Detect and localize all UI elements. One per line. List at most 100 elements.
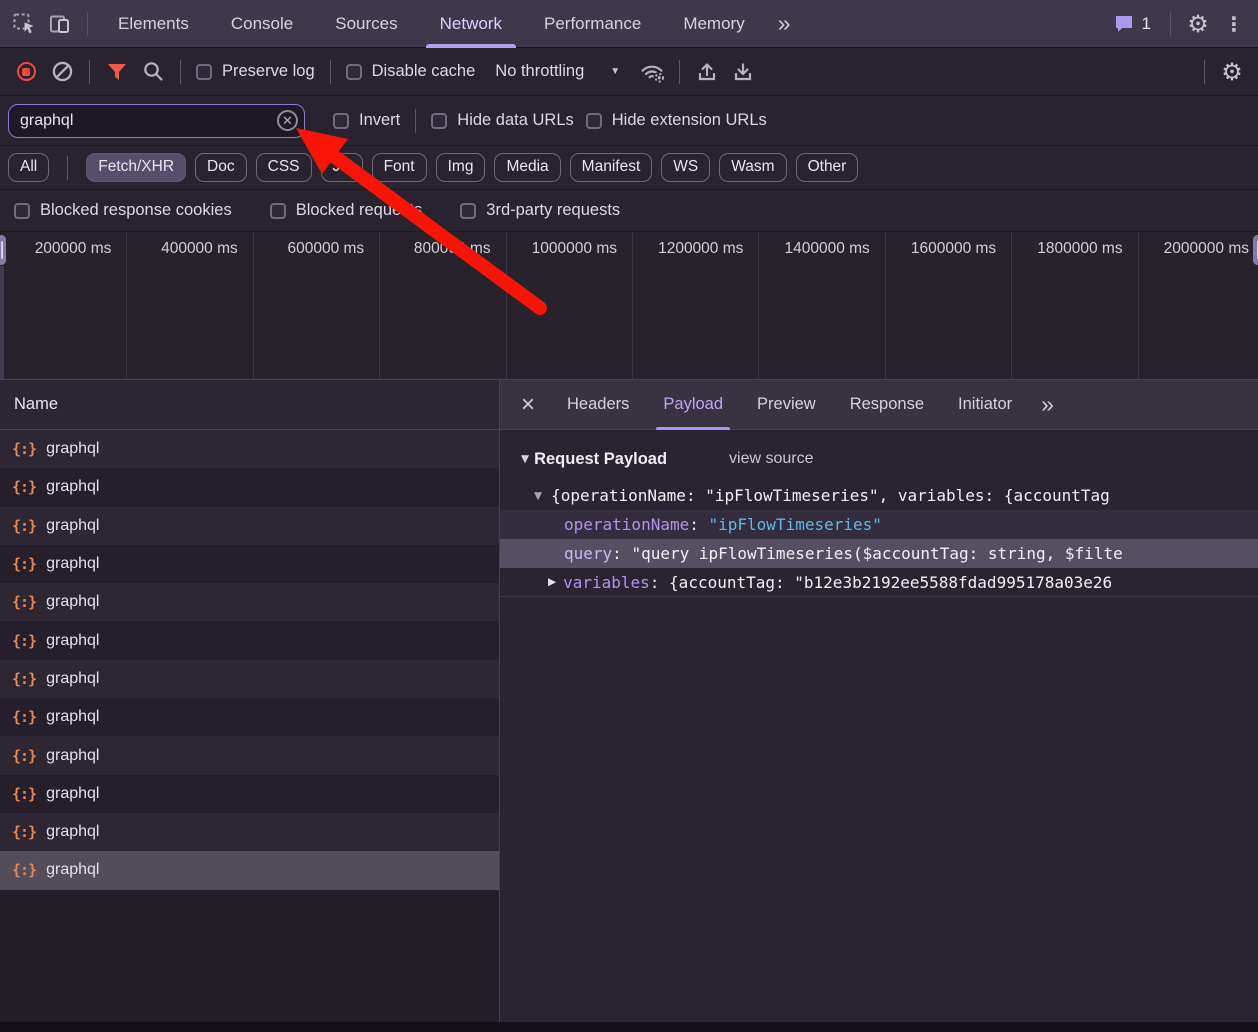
divider [87, 12, 88, 36]
export-har-icon[interactable] [725, 54, 761, 90]
network-conditions-icon[interactable] [634, 54, 670, 90]
chip-wasm[interactable]: Wasm [719, 153, 786, 182]
detail-tab-response[interactable]: Response [833, 380, 941, 430]
payload-key: operationName [564, 515, 689, 534]
json-braces-icon: {:} [12, 861, 36, 879]
request-row[interactable]: {:}graphql [0, 775, 499, 813]
chip-img[interactable]: Img [436, 153, 486, 182]
tab-performance[interactable]: Performance [523, 0, 662, 48]
settings-gear-icon[interactable]: ⚙ [1180, 6, 1216, 42]
detail-tab-preview[interactable]: Preview [740, 380, 833, 430]
clear-log-icon[interactable] [44, 54, 80, 90]
request-name: graphql [46, 517, 99, 535]
checkbox [14, 203, 30, 219]
view-source-link[interactable]: view source [729, 450, 813, 468]
timeline-label: 400000 ms [161, 240, 238, 258]
divider [1204, 60, 1205, 84]
close-icon[interactable]: × [506, 393, 550, 417]
hide-data-urls-toggle[interactable]: Hide data URLs [425, 111, 579, 130]
more-tabs-icon[interactable]: » [766, 12, 803, 35]
request-row[interactable]: {:} graphql [0, 660, 499, 698]
collapse-triangle-icon[interactable]: ▼ [534, 490, 542, 502]
device-toolbar-icon[interactable] [42, 6, 78, 42]
tab-memory[interactable]: Memory [662, 0, 765, 48]
hide-extension-urls-toggle[interactable]: Hide extension URLs [580, 111, 773, 130]
chevron-down-icon: ▼ [610, 66, 620, 77]
divider [1170, 12, 1171, 36]
chip-doc[interactable]: Doc [195, 153, 247, 182]
divider [180, 60, 181, 84]
3rd-party-requests-toggle[interactable]: 3rd-party requests [454, 201, 626, 220]
json-braces-icon: {:} [12, 517, 36, 535]
request-row[interactable]: {:}graphql [0, 430, 499, 468]
preserve-log-toggle[interactable]: Preserve log [190, 62, 321, 81]
timeline-column: 600000 ms [253, 232, 379, 379]
json-braces-icon: {:} [12, 670, 36, 688]
chip-fetch-xhr[interactable]: Fetch/XHR [86, 153, 186, 182]
network-settings-gear-icon[interactable]: ⚙ [1214, 54, 1250, 90]
chip-ws[interactable]: WS [661, 153, 710, 182]
inspect-element-icon[interactable] [6, 6, 42, 42]
payload-preview-text: {operationName: "ipFlowTimeseries", vari… [551, 486, 1110, 505]
throttling-dropdown[interactable]: No throttling ▼ [481, 62, 634, 81]
network-overview-timeline[interactable]: 200000 ms400000 ms600000 ms800000 ms1000… [0, 232, 1258, 380]
chip-all[interactable]: All [8, 153, 49, 182]
chip-js[interactable]: JS [321, 153, 363, 182]
kebab-menu-icon[interactable]: ⋮ [1216, 6, 1252, 42]
request-row[interactable]: {:}graphql [0, 813, 499, 851]
request-name: graphql [46, 670, 99, 688]
clear-filter-icon[interactable]: ✕ [277, 110, 298, 131]
chip-font[interactable]: Font [372, 153, 427, 182]
invert-toggle[interactable]: Invert [327, 111, 406, 130]
requests-panel: Name {:} graphql {:} graphql {:} graphql {:} gr… [0, 380, 500, 1022]
chip-manifest[interactable]: Manifest [570, 153, 653, 182]
request-row[interactable]: {:}graphql [0, 468, 499, 506]
blocked-requests-toggle[interactable]: Blocked requests [264, 201, 429, 220]
timeline-column: 400000 ms [126, 232, 252, 379]
json-braces-icon: {:} [12, 823, 36, 841]
request-row[interactable]: {:}graphql [0, 545, 499, 583]
tab-elements[interactable]: Elements [97, 0, 210, 48]
checkbox [460, 203, 476, 219]
chip-other[interactable]: Other [796, 153, 859, 182]
collapse-triangle-icon[interactable]: ▼ [521, 453, 529, 465]
chip-css[interactable]: CSS [256, 153, 312, 182]
record-button[interactable] [8, 54, 44, 90]
tab-sources[interactable]: Sources [314, 0, 418, 48]
import-har-icon[interactable] [689, 54, 725, 90]
blocked-response-cookies-toggle[interactable]: Blocked response cookies [8, 201, 238, 220]
request-row[interactable]: {:}graphql [0, 851, 499, 889]
timeline-label: 1400000 ms [784, 240, 869, 258]
filter-funnel-icon[interactable] [99, 54, 135, 90]
request-name: graphql [46, 440, 99, 458]
request-row[interactable]: {:}graphql [0, 621, 499, 659]
tab-network[interactable]: Network [419, 0, 523, 48]
search-icon[interactable] [135, 54, 171, 90]
payload-variables-row[interactable]: ▶ variables: {accountTag: "b12e3b2192ee5… [500, 568, 1258, 597]
more-detail-tabs-icon[interactable]: » [1029, 393, 1066, 416]
payload-operation-row[interactable]: operationName: "ipFlowTimeseries" [500, 510, 1258, 539]
filter-input[interactable] [8, 104, 305, 138]
issues-counter[interactable]: 1 [1103, 13, 1161, 35]
payload-query-row[interactable]: query: "query ipFlowTimeseries($accountT… [500, 539, 1258, 568]
request-row[interactable]: {:}graphql [0, 698, 499, 736]
request-row[interactable]: {:} graphql [0, 507, 499, 545]
expand-triangle-icon[interactable]: ▶ [548, 576, 556, 588]
name-column-header[interactable]: Name [0, 380, 499, 430]
detail-tab-initiator[interactable]: Initiator [941, 380, 1029, 430]
request-row[interactable]: {:}graphql [0, 736, 499, 774]
checkbox [270, 203, 286, 219]
json-braces-icon: {:} [12, 747, 36, 765]
request-name: graphql [46, 478, 99, 496]
request-name: graphql [46, 555, 99, 573]
detail-tab-headers[interactable]: Headers [550, 380, 646, 430]
tab-console[interactable]: Console [210, 0, 314, 48]
detail-tab-payload[interactable]: Payload [646, 380, 740, 430]
payload-root-row[interactable]: ▼ {operationName: "ipFlowTimeseries", va… [500, 481, 1258, 510]
hide-extension-urls-checkbox [586, 113, 602, 129]
checkbox-label: 3rd-party requests [486, 201, 620, 220]
chip-media[interactable]: Media [494, 153, 560, 182]
timeline-column: 1000000 ms [506, 232, 632, 379]
request-row[interactable]: {:}graphql [0, 583, 499, 621]
disable-cache-toggle[interactable]: Disable cache [340, 62, 482, 81]
